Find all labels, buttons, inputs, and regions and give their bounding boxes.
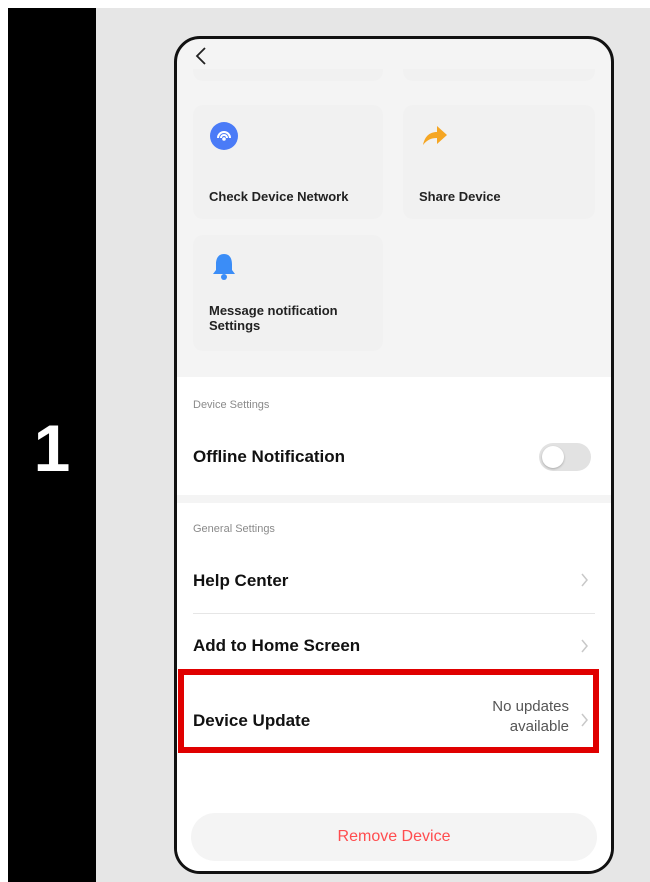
toggle-knob [542, 446, 564, 468]
step-number: 1 [33, 411, 71, 485]
device-settings-header: Device Settings [193, 399, 270, 411]
message-notification-line1: Message notification [209, 303, 338, 318]
help-center-label: Help Center [193, 571, 289, 590]
share-arrow-icon [423, 126, 447, 145]
add-home-screen-label: Add to Home Screen [193, 636, 361, 655]
network-icon [210, 122, 238, 150]
check-device-network-card[interactable]: Check Device Network [193, 105, 383, 219]
device-update-highlight [178, 669, 599, 753]
bell-icon [213, 254, 235, 280]
share-device-label: Share Device [419, 189, 501, 204]
message-notification-label: Message notification Settings [209, 303, 338, 333]
share-device-card[interactable]: Share Device [403, 105, 595, 219]
device-settings-panel: Device Settings Offline Notification [177, 377, 611, 495]
offline-notification-label: Offline Notification [193, 447, 346, 466]
card-stub-left [193, 69, 383, 81]
remove-device-button[interactable]: Remove Device [191, 813, 597, 861]
check-device-network-label: Check Device Network [209, 189, 349, 204]
chevron-right-icon [581, 573, 588, 587]
help-center-row[interactable]: Help Center [177, 549, 611, 613]
offline-notification-toggle[interactable] [539, 443, 591, 471]
back-chevron-icon[interactable] [193, 45, 209, 67]
message-notification-line2: Settings [209, 318, 261, 333]
chevron-right-icon [581, 639, 588, 653]
card-stub-right [403, 69, 595, 81]
general-settings-header: General Settings [193, 523, 275, 535]
message-notification-card[interactable]: Message notification Settings [193, 235, 383, 351]
